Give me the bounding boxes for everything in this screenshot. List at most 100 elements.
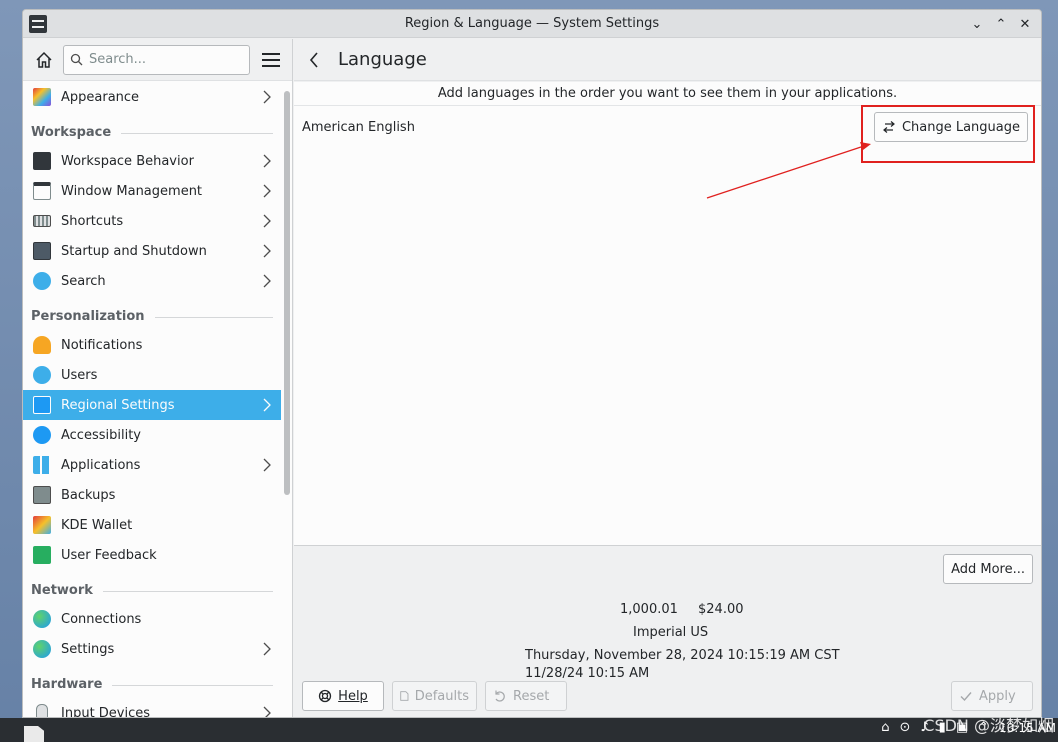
network-icon[interactable]: ⌂: [881, 720, 889, 735]
system-settings-window: Region & Language — System Settings ⌄ ⌃ …: [22, 9, 1042, 718]
sidebar-item-label: Settings: [61, 641, 115, 657]
help-lifebuoy-icon: [319, 689, 332, 703]
sidebar-item-backups[interactable]: Backups: [23, 480, 281, 510]
sidebar-item-label: Backups: [61, 487, 116, 503]
sidebar-item-kde-wallet[interactable]: KDE Wallet: [23, 510, 281, 540]
sidebar-item-label: KDE Wallet: [61, 517, 133, 533]
maximize-button[interactable]: ⌃: [991, 14, 1011, 34]
sidebar-item-settings[interactable]: Settings: [23, 634, 281, 664]
section-heading: Hardware: [23, 664, 281, 698]
sidebar-item-label: Appearance: [61, 89, 140, 105]
bell-icon: [33, 336, 51, 354]
sidebar-item-input-devices[interactable]: Input Devices: [23, 698, 281, 717]
hamburger-menu-button[interactable]: [258, 47, 284, 73]
watermark: CSDN @淡梦如烟: [923, 716, 1054, 735]
users-icon: [33, 366, 51, 384]
search-field[interactable]: [63, 44, 250, 75]
add-more-button[interactable]: Add More...: [943, 554, 1033, 584]
feedback-icon: [33, 546, 51, 564]
sidebar-nav: Appearance Workspace Workspace Behavior Win…: [23, 82, 281, 717]
chevron-right-icon: [263, 458, 271, 476]
sidebar-item-workspace-behavior[interactable]: Workspace Behavior: [23, 146, 281, 176]
chevron-right-icon: [263, 214, 271, 232]
globe-icon: [33, 610, 51, 628]
mouse-icon: [36, 704, 48, 717]
swap-icon: [883, 121, 895, 133]
long-date-example: Thursday, November 28, 2024 10:15:19 AM …: [525, 648, 840, 663]
measurement-example: Imperial US: [633, 625, 709, 640]
sidebar-item-label: Regional Settings: [61, 397, 175, 413]
language-hint: Add languages in the order you want to s…: [294, 82, 1041, 106]
sidebar-item-label: Notifications: [61, 337, 143, 353]
chevron-right-icon: [263, 90, 271, 108]
undo-icon: [495, 690, 505, 702]
sidebar: Appearance Workspace Workspace Behavior Win…: [23, 39, 293, 717]
chevron-right-icon: [263, 706, 271, 717]
sidebar-item-label: Window Management: [61, 183, 203, 199]
reset-button[interactable]: Reset: [485, 681, 567, 711]
file-icon[interactable]: [24, 726, 44, 742]
help-label: Help: [338, 688, 368, 704]
wallet-icon: [33, 516, 51, 534]
apply-button[interactable]: Apply: [951, 681, 1033, 711]
sidebar-item-search[interactable]: Search: [23, 266, 281, 296]
short-date-example: 11/28/24 10:15 AM: [525, 666, 650, 681]
section-divider: [112, 685, 273, 686]
backups-icon: [33, 486, 51, 504]
reset-label: Reset: [513, 688, 550, 704]
appearance-icon: [33, 88, 51, 106]
sidebar-item-users[interactable]: Users: [23, 360, 281, 390]
sidebar-item-appearance[interactable]: Appearance: [23, 82, 281, 112]
section-heading: Network: [23, 570, 281, 604]
taskbar: ⌂ ⊙ ♪ ▮ ▣ ⌃ 10:15 AM: [0, 718, 1058, 742]
sidebar-item-applications[interactable]: Applications: [23, 450, 281, 480]
globe-icon: [33, 640, 51, 658]
chevron-right-icon: [263, 154, 271, 172]
section-divider: [102, 591, 273, 592]
back-button[interactable]: [294, 40, 334, 80]
sidebar-item-connections[interactable]: Connections: [23, 604, 281, 634]
sidebar-item-label: Input Devices: [61, 705, 151, 718]
sidebar-item-shortcuts[interactable]: Shortcuts: [23, 206, 281, 236]
sidebar-item-regional-settings[interactable]: Regional Settings: [23, 390, 281, 420]
page-title: Language: [338, 49, 427, 70]
currency-example: $24.00: [698, 602, 744, 617]
change-language-button[interactable]: Change Language: [873, 112, 1028, 142]
sidebar-item-accessibility[interactable]: Accessibility: [23, 420, 281, 450]
sidebar-item-label: Accessibility: [61, 427, 141, 443]
sidebar-item-startup-and-shutdown[interactable]: Startup and Shutdown: [23, 236, 281, 266]
sidebar-item-user-feedback[interactable]: User Feedback: [23, 540, 281, 570]
workspace-behavior-icon: [33, 152, 51, 170]
main-header: Language: [294, 39, 1041, 81]
main-panel: Language Add languages in the order you …: [294, 39, 1041, 717]
defaults-button[interactable]: Defaults: [392, 681, 477, 711]
chevron-left-icon: [309, 51, 318, 68]
home-button[interactable]: [31, 47, 57, 73]
language-row[interactable]: American English Change Language: [294, 106, 1041, 148]
sidebar-item-notifications[interactable]: Notifications: [23, 330, 281, 360]
sidebar-scrollbar[interactable]: [284, 91, 290, 495]
chevron-right-icon: [263, 642, 271, 660]
hamburger-line: [262, 58, 280, 61]
close-button[interactable]: ✕: [1015, 14, 1035, 34]
search-input[interactable]: [89, 52, 239, 67]
sidebar-item-label: Search: [61, 273, 106, 289]
search-icon: [70, 53, 83, 66]
number-example: 1,000.01: [620, 602, 678, 617]
sidebar-item-label: Startup and Shutdown: [61, 243, 207, 259]
sidebar-item-label: Workspace Behavior: [61, 153, 194, 169]
sidebar-item-label: Connections: [61, 611, 142, 627]
section-divider: [121, 133, 273, 134]
sidebar-item-label: Applications: [61, 457, 141, 473]
minimize-button[interactable]: ⌄: [967, 14, 987, 34]
system-settings-app-icon[interactable]: [29, 15, 47, 33]
window-management-icon: [33, 182, 51, 200]
sidebar-item-window-management[interactable]: Window Management: [23, 176, 281, 206]
title-bar: Region & Language — System Settings ⌄ ⌃ …: [23, 10, 1041, 38]
sidebar-item-label: Users: [61, 367, 98, 383]
section-heading-label: Network: [31, 583, 93, 598]
help-button[interactable]: Help: [302, 681, 384, 711]
accessibility-icon: [33, 426, 51, 444]
update-icon[interactable]: ⊙: [899, 720, 910, 735]
chevron-right-icon: [263, 398, 271, 416]
